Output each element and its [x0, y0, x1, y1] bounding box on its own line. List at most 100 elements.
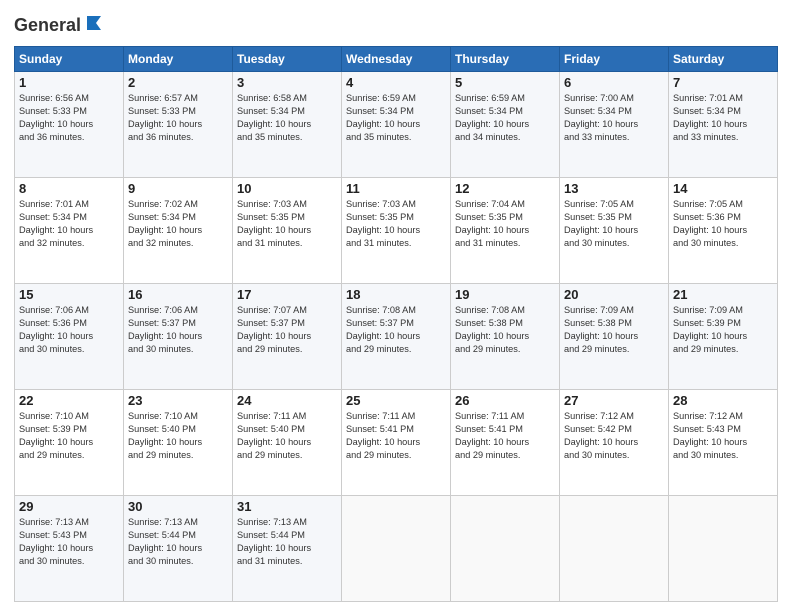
header: General [14, 10, 778, 38]
calendar-cell: 13 Sunrise: 7:05 AMSunset: 5:35 PMDayligh… [560, 178, 669, 284]
day-number: 27 [564, 393, 664, 408]
cell-info: Sunrise: 7:11 AMSunset: 5:40 PMDaylight:… [237, 410, 337, 462]
calendar-cell: 20 Sunrise: 7:09 AMSunset: 5:38 PMDayligh… [560, 284, 669, 390]
day-number: 22 [19, 393, 119, 408]
calendar-cell: 3 Sunrise: 6:58 AMSunset: 5:34 PMDaylight… [233, 72, 342, 178]
day-number: 26 [455, 393, 555, 408]
calendar-cell: 11 Sunrise: 7:03 AMSunset: 5:35 PMDayligh… [342, 178, 451, 284]
day-number: 17 [237, 287, 337, 302]
logo-icon [83, 14, 107, 38]
day-number: 5 [455, 75, 555, 90]
day-number: 21 [673, 287, 773, 302]
calendar-cell: 4 Sunrise: 6:59 AMSunset: 5:34 PMDaylight… [342, 72, 451, 178]
cell-info: Sunrise: 7:07 AMSunset: 5:37 PMDaylight:… [237, 304, 337, 356]
calendar-week-row: 8 Sunrise: 7:01 AMSunset: 5:34 PMDaylight… [15, 178, 778, 284]
cell-info: Sunrise: 7:04 AMSunset: 5:35 PMDaylight:… [455, 198, 555, 250]
day-number: 9 [128, 181, 228, 196]
calendar-cell: 23 Sunrise: 7:10 AMSunset: 5:40 PMDayligh… [124, 390, 233, 496]
day-number: 8 [19, 181, 119, 196]
cell-info: Sunrise: 7:01 AMSunset: 5:34 PMDaylight:… [19, 198, 119, 250]
cell-info: Sunrise: 7:09 AMSunset: 5:39 PMDaylight:… [673, 304, 773, 356]
day-number: 13 [564, 181, 664, 196]
day-number: 6 [564, 75, 664, 90]
day-number: 7 [673, 75, 773, 90]
cell-info: Sunrise: 7:05 AMSunset: 5:35 PMDaylight:… [564, 198, 664, 250]
calendar-table: SundayMondayTuesdayWednesdayThursdayFrid… [14, 46, 778, 602]
calendar-cell: 27 Sunrise: 7:12 AMSunset: 5:42 PMDayligh… [560, 390, 669, 496]
calendar-cell: 29 Sunrise: 7:13 AMSunset: 5:43 PMDayligh… [15, 496, 124, 602]
day-number: 3 [237, 75, 337, 90]
day-header-thursday: Thursday [451, 47, 560, 72]
calendar-week-row: 1Sunrise: 6:56 AMSunset: 5:33 PMDaylight… [15, 72, 778, 178]
cell-info: Sunrise: 7:06 AMSunset: 5:36 PMDaylight:… [19, 304, 119, 356]
calendar-cell: 30 Sunrise: 7:13 AMSunset: 5:44 PMDayligh… [124, 496, 233, 602]
calendar-cell: 14 Sunrise: 7:05 AMSunset: 5:36 PMDayligh… [669, 178, 778, 284]
calendar-cell: 18Sunrise: 7:08 AMSunset: 5:37 PMDayligh… [342, 284, 451, 390]
calendar-cell: 28Sunrise: 7:12 AMSunset: 5:43 PMDayligh… [669, 390, 778, 496]
cell-info: Sunrise: 6:59 AMSunset: 5:34 PMDaylight:… [455, 92, 555, 144]
calendar-cell: 5 Sunrise: 6:59 AMSunset: 5:34 PMDaylight… [451, 72, 560, 178]
cell-info: Sunrise: 7:05 AMSunset: 5:36 PMDaylight:… [673, 198, 773, 250]
calendar-cell: 2 Sunrise: 6:57 AMSunset: 5:33 PMDaylight… [124, 72, 233, 178]
cell-info: Sunrise: 7:11 AMSunset: 5:41 PMDaylight:… [455, 410, 555, 462]
cell-info: Sunrise: 7:13 AMSunset: 5:44 PMDaylight:… [237, 516, 337, 568]
cell-info: Sunrise: 7:13 AMSunset: 5:43 PMDaylight:… [19, 516, 119, 568]
cell-info: Sunrise: 7:09 AMSunset: 5:38 PMDaylight:… [564, 304, 664, 356]
day-number: 10 [237, 181, 337, 196]
calendar-week-row: 15 Sunrise: 7:06 AMSunset: 5:36 PMDayligh… [15, 284, 778, 390]
calendar-cell: 24 Sunrise: 7:11 AMSunset: 5:40 PMDayligh… [233, 390, 342, 496]
day-number: 28 [673, 393, 773, 408]
day-number: 20 [564, 287, 664, 302]
calendar-cell: 19 Sunrise: 7:08 AMSunset: 5:38 PMDayligh… [451, 284, 560, 390]
cell-info: Sunrise: 7:03 AMSunset: 5:35 PMDaylight:… [346, 198, 446, 250]
day-number: 2 [128, 75, 228, 90]
cell-info: Sunrise: 7:06 AMSunset: 5:37 PMDaylight:… [128, 304, 228, 356]
cell-info: Sunrise: 6:56 AMSunset: 5:33 PMDaylight:… [19, 92, 119, 144]
logo: General [14, 14, 107, 38]
cell-info: Sunrise: 6:58 AMSunset: 5:34 PMDaylight:… [237, 92, 337, 144]
cell-info: Sunrise: 7:12 AMSunset: 5:42 PMDaylight:… [564, 410, 664, 462]
day-header-wednesday: Wednesday [342, 47, 451, 72]
day-number: 19 [455, 287, 555, 302]
day-number: 30 [128, 499, 228, 514]
calendar-cell: 17 Sunrise: 7:07 AMSunset: 5:37 PMDayligh… [233, 284, 342, 390]
calendar-cell [342, 496, 451, 602]
calendar-cell: 21 Sunrise: 7:09 AMSunset: 5:39 PMDayligh… [669, 284, 778, 390]
calendar-cell: 12 Sunrise: 7:04 AMSunset: 5:35 PMDayligh… [451, 178, 560, 284]
calendar-cell: 16 Sunrise: 7:06 AMSunset: 5:37 PMDayligh… [124, 284, 233, 390]
day-number: 24 [237, 393, 337, 408]
cell-info: Sunrise: 7:10 AMSunset: 5:39 PMDaylight:… [19, 410, 119, 462]
calendar-cell: 22 Sunrise: 7:10 AMSunset: 5:39 PMDayligh… [15, 390, 124, 496]
day-header-sunday: Sunday [15, 47, 124, 72]
day-header-monday: Monday [124, 47, 233, 72]
cell-info: Sunrise: 7:02 AMSunset: 5:34 PMDaylight:… [128, 198, 228, 250]
cell-info: Sunrise: 7:11 AMSunset: 5:41 PMDaylight:… [346, 410, 446, 462]
day-number: 4 [346, 75, 446, 90]
calendar-cell: 31 Sunrise: 7:13 AMSunset: 5:44 PMDayligh… [233, 496, 342, 602]
cell-info: Sunrise: 6:57 AMSunset: 5:33 PMDaylight:… [128, 92, 228, 144]
day-number: 11 [346, 181, 446, 196]
day-header-friday: Friday [560, 47, 669, 72]
day-number: 12 [455, 181, 555, 196]
day-number: 14 [673, 181, 773, 196]
calendar-cell: 8 Sunrise: 7:01 AMSunset: 5:34 PMDaylight… [15, 178, 124, 284]
cell-info: Sunrise: 6:59 AMSunset: 5:34 PMDaylight:… [346, 92, 446, 144]
day-number: 16 [128, 287, 228, 302]
calendar-header-row: SundayMondayTuesdayWednesdayThursdayFrid… [15, 47, 778, 72]
calendar-cell: 6 Sunrise: 7:00 AMSunset: 5:34 PMDaylight… [560, 72, 669, 178]
cell-info: Sunrise: 7:10 AMSunset: 5:40 PMDaylight:… [128, 410, 228, 462]
day-number: 23 [128, 393, 228, 408]
calendar-week-row: 29 Sunrise: 7:13 AMSunset: 5:43 PMDayligh… [15, 496, 778, 602]
day-number: 29 [19, 499, 119, 514]
cell-info: Sunrise: 7:13 AMSunset: 5:44 PMDaylight:… [128, 516, 228, 568]
cell-info: Sunrise: 7:00 AMSunset: 5:34 PMDaylight:… [564, 92, 664, 144]
day-header-tuesday: Tuesday [233, 47, 342, 72]
calendar-cell [451, 496, 560, 602]
calendar-cell [560, 496, 669, 602]
day-number: 31 [237, 499, 337, 514]
calendar-cell: 1Sunrise: 6:56 AMSunset: 5:33 PMDaylight… [15, 72, 124, 178]
page: General SundayMondayTuesdayWednesdayThur… [0, 0, 792, 612]
day-number: 15 [19, 287, 119, 302]
cell-info: Sunrise: 7:08 AMSunset: 5:38 PMDaylight:… [455, 304, 555, 356]
calendar-cell: 10Sunrise: 7:03 AMSunset: 5:35 PMDayligh… [233, 178, 342, 284]
